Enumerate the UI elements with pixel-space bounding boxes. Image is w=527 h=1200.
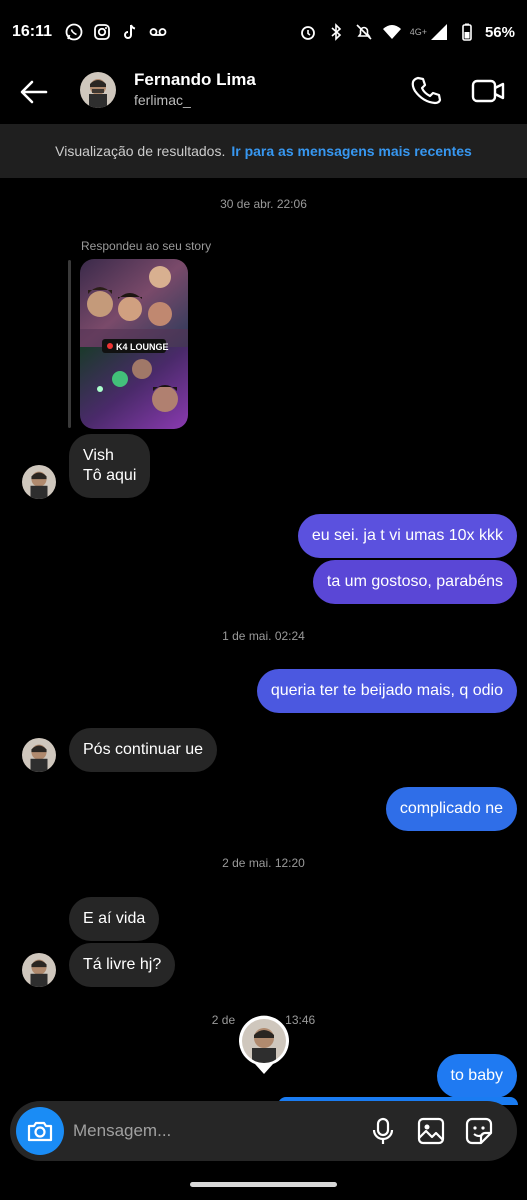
jump-to-recent-link[interactable]: Ir para as mensagens mais recentes: [231, 143, 471, 159]
contact-username: ferlimac_: [134, 92, 191, 108]
story-thumbnail[interactable]: K4 LOUNGE: [80, 259, 188, 429]
contact-name: Fernando Lima: [134, 70, 256, 89]
message-line: Tô aqui: [83, 467, 137, 484]
message-composer: [10, 1101, 517, 1161]
outgoing-message[interactable]: eu sei. ja t vi umas 10x kkk: [297, 514, 517, 558]
instagram-icon: [92, 22, 112, 42]
status-bar: 16:11 4G+ 56%: [0, 0, 527, 64]
header-names[interactable]: Fernando Lima ferlimac_: [134, 70, 256, 108]
sticker-icon: [465, 1117, 493, 1145]
microphone-icon: [372, 1117, 394, 1144]
avatar[interactable]: [22, 953, 56, 987]
incoming-message[interactable]: Tá livre hj?: [69, 943, 176, 987]
incoming-message[interactable]: Vish Tô aqui: [69, 434, 151, 498]
back-button[interactable]: [18, 76, 50, 108]
story-location-tag: K4 LOUNGE: [116, 342, 169, 352]
voicemail-icon: [148, 22, 168, 42]
home-indicator[interactable]: [190, 1182, 337, 1187]
outgoing-message[interactable]: ta um gostoso, parabéns: [312, 560, 517, 604]
network-type: 4G+: [409, 27, 427, 37]
date-separator: 2 de mai. 12:20: [222, 856, 305, 870]
date-separator-date: 2 de: [211, 1013, 236, 1027]
battery-level: 56%: [484, 23, 515, 41]
video-call-button[interactable]: [470, 74, 506, 108]
date-separator: 30 de abr. 22:06: [220, 197, 307, 211]
video-camera-icon: [471, 79, 505, 103]
story-reply-label: Respondeu ao seu story: [81, 239, 212, 253]
message-line: Vish: [83, 447, 114, 464]
incoming-message[interactable]: Pós continuar ue: [69, 728, 218, 772]
tiktok-icon: [120, 22, 140, 42]
outgoing-message[interactable]: complicado ne: [385, 787, 517, 831]
outgoing-message[interactable]: queria ter te beijado mais, q odio: [256, 669, 517, 713]
sticker-button[interactable]: [464, 1116, 494, 1146]
gallery-button[interactable]: [416, 1116, 446, 1146]
chat-header: Fernando Lima ferlimac_: [0, 64, 527, 124]
phone-icon: [411, 76, 442, 105]
arrow-left-icon: [20, 80, 48, 104]
status-time: 16:11: [12, 23, 53, 40]
mute-icon: [354, 22, 374, 42]
whatsapp-icon: [64, 22, 84, 42]
camera-icon: [27, 1121, 53, 1142]
camera-button[interactable]: [16, 1107, 64, 1155]
seen-avatar-indicator[interactable]: [237, 1014, 291, 1076]
incoming-message[interactable]: E aí vida: [69, 897, 160, 941]
avatar[interactable]: [22, 465, 56, 499]
image-icon: [417, 1117, 445, 1145]
reply-quote-bar: [68, 260, 71, 428]
battery-icon: [457, 22, 477, 42]
search-results-banner: Visualização de resultados. Ir para as m…: [0, 124, 527, 178]
message-input[interactable]: [73, 1117, 353, 1145]
wifi-icon: [382, 22, 402, 42]
bluetooth-icon: [326, 22, 346, 42]
signal-icon: [429, 22, 449, 42]
banner-text: Visualização de resultados.: [55, 143, 226, 159]
voice-call-button[interactable]: [410, 74, 444, 108]
voice-message-button[interactable]: [368, 1116, 398, 1146]
alarm-icon: [298, 22, 318, 42]
avatar[interactable]: [80, 72, 116, 108]
outgoing-message[interactable]: to baby: [436, 1054, 517, 1098]
date-separator: 1 de mai. 02:24: [222, 629, 305, 643]
avatar[interactable]: [22, 738, 56, 772]
